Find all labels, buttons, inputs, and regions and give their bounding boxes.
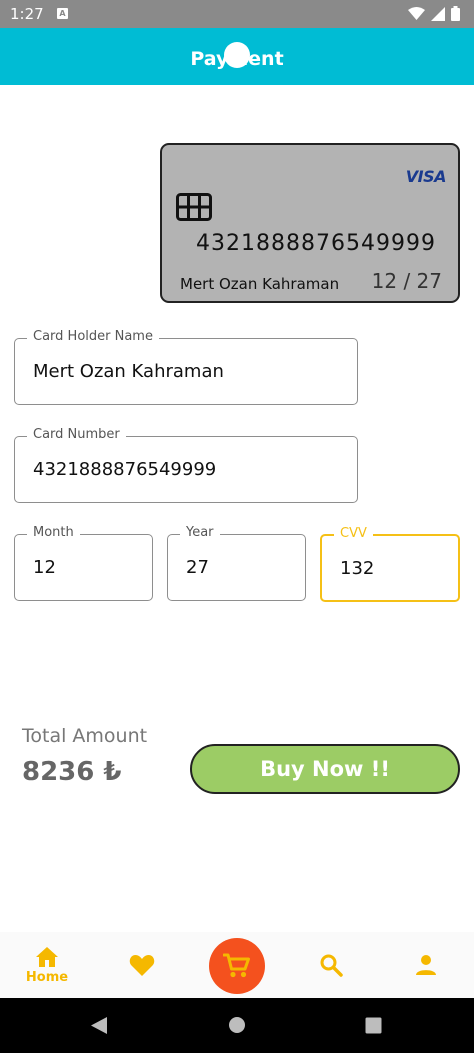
year-field[interactable]: Year 27 — [167, 525, 306, 601]
cvv-input[interactable]: 132 — [340, 536, 374, 600]
status-icons — [408, 6, 460, 21]
status-bar: 1:27 A — [0, 0, 474, 28]
status-time: 1:27 — [10, 5, 44, 23]
cart-icon — [223, 953, 250, 978]
card-holder-field[interactable]: Card Holder Name Mert Ozan Kahraman — [14, 329, 358, 405]
nav-home[interactable]: Home — [17, 932, 77, 998]
home-icon — [36, 946, 58, 967]
total-amount-value: 8236 ₺ — [22, 757, 122, 787]
card-number-field[interactable]: Card Number 4321888876549999 — [14, 427, 358, 503]
visa-logo: VISA — [405, 167, 447, 186]
page-title: Payment — [190, 48, 284, 70]
month-input[interactable]: 12 — [33, 535, 56, 600]
month-field[interactable]: Month 12 — [14, 525, 153, 601]
nav-favorites[interactable] — [112, 932, 172, 998]
wifi-icon — [408, 6, 425, 20]
signal-icon — [431, 6, 445, 21]
card-holder-display: Mert Ozan Kahraman — [180, 275, 340, 293]
year-input[interactable]: 27 — [186, 535, 209, 600]
nav-search[interactable] — [301, 932, 361, 998]
battery-icon — [451, 6, 460, 21]
credit-card-preview: VISA 4321888876549999 Mert Ozan Kahraman… — [160, 143, 460, 303]
card-number-display: 4321888876549999 — [196, 231, 436, 256]
cart-button[interactable] — [209, 938, 265, 994]
recents-icon[interactable] — [365, 1017, 382, 1034]
search-icon — [320, 954, 343, 977]
notification-icon: A — [57, 8, 68, 19]
buy-now-button[interactable]: Buy Now !! — [190, 744, 460, 794]
nav-profile[interactable] — [396, 932, 456, 998]
heart-icon — [129, 954, 155, 976]
chip-icon — [176, 193, 212, 221]
card-expiry-display: 12 / 27 — [371, 269, 442, 293]
nav-home-label: Home — [25, 969, 69, 985]
system-navigation-bar — [0, 998, 474, 1053]
back-icon[interactable] — [90, 1016, 108, 1035]
card-number-input[interactable]: 4321888876549999 — [33, 437, 216, 502]
total-amount-label: Total Amount — [22, 725, 148, 747]
bottom-navigation: Home — [0, 932, 474, 998]
card-holder-input[interactable]: Mert Ozan Kahraman — [33, 339, 224, 404]
cvv-field[interactable]: CVV 132 — [320, 526, 460, 602]
home-nav-icon[interactable] — [228, 1016, 246, 1034]
person-icon — [416, 955, 436, 975]
